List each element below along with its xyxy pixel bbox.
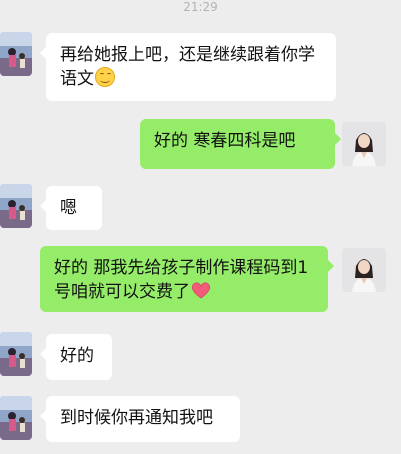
message-bubble-incoming[interactable]: 嗯 [40,186,102,230]
message-text: 嗯 [60,198,77,218]
message-text: 到时候你再通知我吧 [60,408,213,428]
contact-avatar-image [0,332,32,376]
message-bubble-incoming[interactable]: 再给她报上吧，还是继续跟着你学语文 [40,33,336,101]
message-bubble-incoming[interactable]: 好的 [40,334,112,380]
message-text: 好的 [60,346,94,366]
user-avatar[interactable] [342,248,386,292]
contact-avatar[interactable] [0,332,32,376]
message-bubble-incoming[interactable]: 到时候你再通知我吧 [40,396,240,442]
timestamp: 21:29 [183,0,218,14]
message-text: 好的 那我先给孩子制作课程码到1号咱就可以交费了 [54,258,309,302]
heart-emoji-icon [191,282,211,299]
message-text: 好的 寒春四科是吧 [154,131,296,151]
contact-avatar-image [0,396,32,440]
message-bubble-outgoing[interactable]: 好的 寒春四科是吧 [140,119,341,169]
user-avatar-image [342,122,386,166]
smile-emoji-icon [95,67,115,87]
contact-avatar[interactable] [0,396,32,440]
contact-avatar[interactable] [0,32,32,76]
contact-avatar-image [0,184,32,228]
message-bubble-outgoing[interactable]: 好的 那我先给孩子制作课程码到1号咱就可以交费了 [40,246,334,312]
contact-avatar[interactable] [0,184,32,228]
user-avatar-image [342,248,386,292]
user-avatar[interactable] [342,122,386,166]
contact-avatar-image [0,32,32,76]
